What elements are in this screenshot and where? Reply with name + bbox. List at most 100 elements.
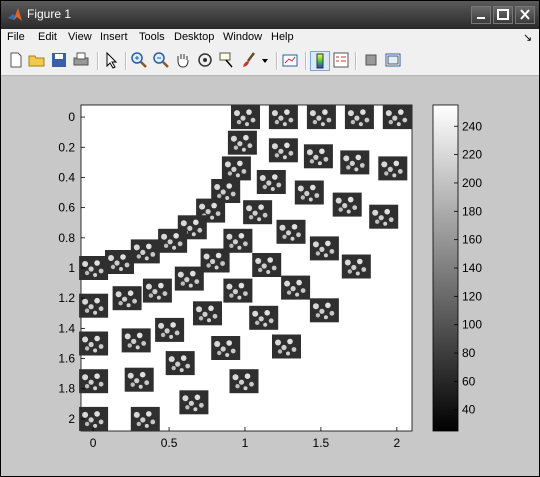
y-tick-label: 1.8 [58,382,75,396]
image-thumbnail [378,156,408,181]
close-icon [520,9,530,20]
image-thumbnail [227,130,257,155]
toolbar-separator [355,52,357,70]
menu-insert[interactable]: Insert [100,31,128,43]
maximize-button[interactable] [493,6,513,24]
colorbar-tick-label: 160 [462,233,482,247]
matlab-logo-icon [8,8,22,21]
x-tick-label: 0.5 [161,436,178,450]
image-thumbnail [79,331,109,356]
menu-tools[interactable]: Tools [139,31,165,43]
menu-bar: File Edit View Insert Tools Desktop Wind… [1,29,539,47]
brush-icon[interactable] [240,51,258,69]
y-tick-label: 0.6 [58,201,75,215]
image-thumbnail [249,305,279,330]
y-tick-label: 0.8 [58,231,75,245]
menu-desktop[interactable]: Desktop [174,31,214,43]
new-figure-icon[interactable] [7,51,25,69]
y-tick-label: 1.4 [58,321,75,335]
image-thumbnail [165,351,195,376]
x-tick-label: 0 [90,436,97,450]
colorbar-tick-label: 220 [462,148,482,162]
image-thumbnail [340,150,370,175]
image-thumbnail [221,156,251,181]
colorbar-tick-label: 200 [462,176,482,190]
image-thumbnail [155,317,185,342]
rotate-3d-icon[interactable] [196,51,214,69]
image-thumbnail [268,105,298,130]
y-tick-label: 2 [68,412,75,426]
image-thumbnail [200,248,230,273]
image-thumbnail [294,180,324,205]
y-tick-label: 0 [68,110,75,124]
y-tick-label: 0.2 [58,140,75,154]
data-cursor-icon[interactable] [218,51,236,69]
colorbar-tick-label: 140 [462,261,482,275]
menu-view[interactable]: View [68,31,92,43]
image-thumbnail [229,369,259,394]
image-thumbnail [130,406,160,431]
menu-window[interactable]: Window [223,31,262,43]
image-thumbnail [252,253,282,277]
figure-canvas: 0 0.5 1 1.5 2 0 0.2 0.4 0.6 0.8 1 1.2 1.4 1.6 1.8 2 24… [5,76,535,472]
image-thumbnail [382,105,412,130]
brush-dropdown-icon[interactable] [260,51,270,69]
image-thumbnail [179,390,209,415]
close-button[interactable] [515,6,535,24]
image-thumbnail [223,278,253,303]
image-thumbnail [130,239,160,264]
pan-hand-icon[interactable] [174,51,192,69]
image-thumbnail [112,286,142,311]
show-plot-tools-icon[interactable] [384,51,402,69]
select-pointer-icon[interactable] [102,51,120,69]
y-tick-label: 1.2 [58,291,75,305]
print-icon[interactable] [72,51,90,69]
colorbar-icon[interactable] [310,51,330,71]
legend-icon[interactable] [332,51,350,69]
image-thumbnail [309,236,339,261]
image-thumbnail [281,275,311,300]
image-thumbnail [158,228,188,253]
image-thumbnail [272,334,301,359]
menu-help[interactable]: Help [271,31,294,43]
image-thumbnail [306,105,336,130]
image-thumbnail [105,250,134,274]
save-icon[interactable] [50,51,68,69]
image-thumbnail [174,266,204,291]
colorbar-tick-label: 120 [462,289,482,303]
image-thumbnail [231,105,260,130]
zoom-in-icon[interactable] [130,51,148,69]
image-thumbnail [303,144,333,169]
open-file-icon[interactable] [28,51,46,69]
hide-plot-tools-icon[interactable] [362,51,380,69]
x-tick-label: 1 [242,436,249,450]
link-plot-icon[interactable] [281,51,299,69]
image-thumbnail [211,336,241,360]
image-thumbnail [276,219,306,244]
image-thumbnail [341,254,371,279]
y-tick-label: 1.6 [58,352,75,366]
image-thumbnail [121,328,151,353]
menu-edit[interactable]: Edit [38,31,57,43]
minimize-icon [477,17,485,19]
image-thumbnail [268,138,298,163]
colorbar-tick-label: 40 [462,403,476,417]
image-thumbnail [332,192,362,217]
image-thumbnail [79,369,109,394]
plot-svg: 0 0.5 1 1.5 2 0 0.2 0.4 0.6 0.8 1 1.2 1.4 1.6 1.8 2 24… [58,104,482,450]
toolbar-separator [97,52,99,70]
image-thumbnail [79,293,109,318]
colorbar-tick-label: 180 [462,204,482,218]
colorbar-tick-label: 240 [462,119,482,133]
toolbar-separator [125,52,127,70]
menu-file[interactable]: File [7,31,25,43]
image-thumbnail [124,367,154,392]
image-thumbnail [369,204,399,229]
dock-arrow-icon[interactable]: ↘ [523,31,532,44]
minimize-button[interactable] [471,6,491,24]
title-bar[interactable]: Figure 1 [1,1,539,29]
colorbar-tick-label: 80 [462,346,476,360]
colorbar-tick-label: 60 [462,374,476,388]
zoom-out-icon[interactable] [152,51,170,69]
y-tick-label: 0.4 [58,170,75,184]
